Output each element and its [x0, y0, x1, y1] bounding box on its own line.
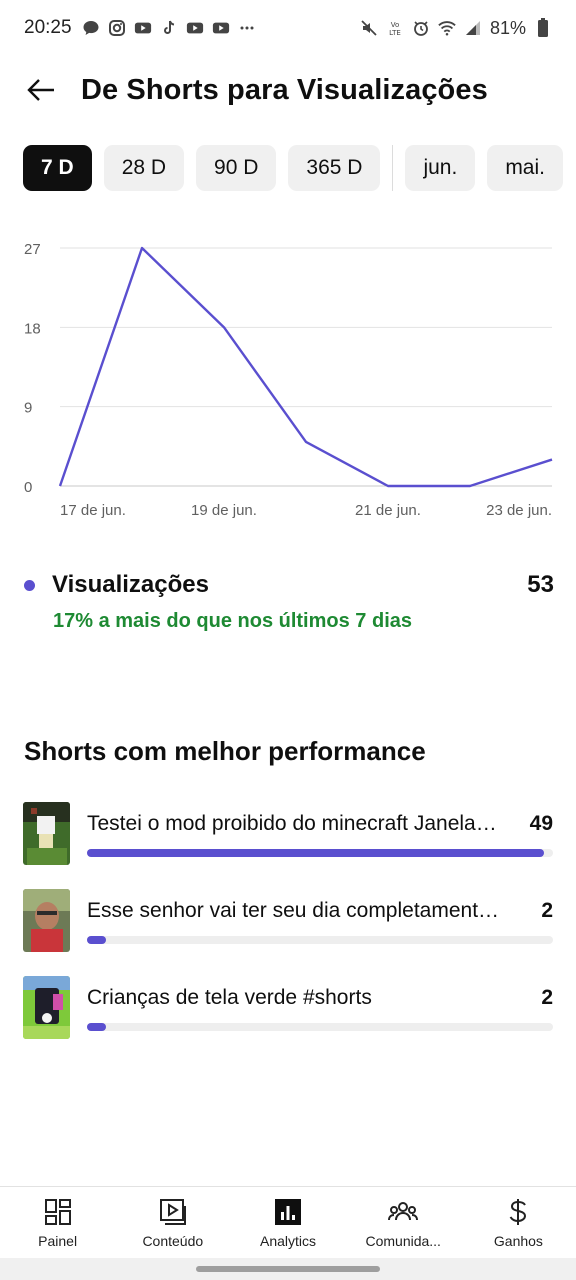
- short-progress-fill: [87, 1023, 106, 1031]
- top-shorts-list: Testei o mod proibido do minecraft Janel…: [23, 802, 553, 1063]
- chip-mai[interactable]: mai.: [487, 145, 563, 191]
- chip-7d[interactable]: 7 D: [23, 145, 92, 191]
- chip-28d[interactable]: 28 D: [103, 145, 185, 191]
- alarm-icon: [412, 19, 430, 37]
- x-tick-label: 21 de jun.: [355, 502, 421, 519]
- short-title: Esse senhor vai ter seu dia completament…: [87, 899, 502, 922]
- back-button[interactable]: [24, 73, 58, 107]
- short-title: Testei o mod proibido do minecraft Janel…: [87, 812, 502, 835]
- short-progress-fill: [87, 936, 106, 944]
- dashboard-icon: [43, 1197, 73, 1227]
- home-gesture-handle[interactable]: [196, 1266, 380, 1272]
- short-view-count: 2: [541, 986, 553, 1009]
- legend-total-value: 53: [527, 571, 554, 598]
- period-chips: 7 D 28 D 90 D 365 D jun. mai.: [23, 145, 575, 191]
- gesture-bar: [0, 1258, 576, 1280]
- analytics-icon: [273, 1197, 303, 1227]
- list-item-short[interactable]: Testei o mod proibido do minecraft Janel…: [23, 802, 553, 889]
- nav-label: Conteúdo: [142, 1233, 204, 1249]
- instagram-icon: [108, 19, 126, 37]
- status-bar: 20:25 Vo LTE 81%: [0, 0, 576, 56]
- bottom-navigation: Painel Conteúdo Analytics Comunida... Ga…: [0, 1186, 576, 1258]
- y-tick-label: 0: [24, 479, 32, 496]
- svg-text:Vo: Vo: [391, 21, 400, 29]
- tiktok-icon: [160, 19, 178, 37]
- app-header: De Shorts para Visualizações: [0, 56, 576, 124]
- legend-dot: [24, 579, 35, 591]
- nav-label: Ganhos: [493, 1233, 543, 1249]
- short-thumbnail: [23, 889, 70, 952]
- short-thumbnail: [23, 976, 70, 1039]
- comparison-text: 17% a mais do que nos últimos 7 dias: [53, 610, 412, 632]
- short-view-count: 49: [529, 812, 553, 835]
- y-tick-label: 9: [24, 400, 32, 417]
- short-progress-track: [87, 849, 553, 857]
- svg-text:LTE: LTE: [389, 29, 401, 37]
- chart-legend: Visualizações 53 17% a mais do que nos ú…: [24, 566, 554, 633]
- short-view-count: 2: [541, 899, 553, 922]
- list-item-short[interactable]: Esse senhor vai ter seu dia completament…: [23, 889, 553, 976]
- legend-label: Visualizações: [52, 571, 209, 598]
- chip-90d[interactable]: 90 D: [196, 145, 277, 191]
- nav-item-analytics[interactable]: Analytics: [230, 1187, 345, 1258]
- x-tick-label: 17 de jun.: [60, 502, 126, 519]
- chip-365d[interactable]: 365 D: [288, 145, 381, 191]
- page-title: De Shorts para Visualizações: [81, 73, 488, 106]
- short-thumbnail: [23, 802, 70, 865]
- battery-percentage: 81%: [489, 17, 526, 38]
- content-icon: [158, 1197, 188, 1227]
- volte-icon: Vo LTE: [386, 19, 404, 37]
- nav-label: Painel: [38, 1233, 78, 1249]
- short-progress-track: [87, 936, 553, 944]
- short-progress-track: [87, 1023, 553, 1031]
- views-line-chart: 0 9 18 27 17 de jun. 19 de jun. 21 de jun. 23 d…: [24, 241, 553, 519]
- chip-jun[interactable]: jun.: [405, 145, 476, 191]
- nav-item-painel[interactable]: Painel: [0, 1187, 115, 1258]
- youtube-icon: [212, 19, 230, 37]
- nav-item-comunidade[interactable]: Comunida...: [346, 1187, 461, 1258]
- status-time: 20:25: [24, 17, 72, 38]
- nav-item-ganhos[interactable]: Ganhos: [461, 1187, 576, 1258]
- nav-label: Comunida...: [365, 1233, 441, 1249]
- chip-divider: [392, 145, 394, 191]
- short-progress-fill: [87, 849, 544, 857]
- y-tick-label: 27: [24, 241, 41, 258]
- x-tick-label: 23 de jun.: [486, 502, 552, 519]
- nav-item-conteudo[interactable]: Conteúdo: [115, 1187, 230, 1258]
- wifi-icon: [438, 19, 456, 37]
- youtube-icon: [186, 19, 204, 37]
- views-series-line: [58, 246, 553, 488]
- signal-icon: [464, 19, 482, 37]
- section-title-top-shorts: Shorts com melhor performance: [24, 736, 426, 766]
- x-tick-label: 19 de jun.: [191, 502, 257, 519]
- y-tick-label: 18: [24, 320, 41, 337]
- chat-bubble-icon: [82, 19, 100, 37]
- youtube-icon: [134, 19, 152, 37]
- mute-icon: [360, 19, 378, 37]
- nav-label: Analytics: [259, 1233, 317, 1249]
- community-icon: [388, 1197, 419, 1227]
- more-dots-icon: [238, 19, 256, 37]
- list-item-short[interactable]: Crianças de tela verde #shorts 2: [23, 976, 553, 1063]
- battery-icon: [534, 18, 552, 37]
- arrow-left-icon: [27, 79, 54, 101]
- short-title: Crianças de tela verde #shorts: [87, 986, 372, 1009]
- dollar-icon: [503, 1197, 533, 1227]
